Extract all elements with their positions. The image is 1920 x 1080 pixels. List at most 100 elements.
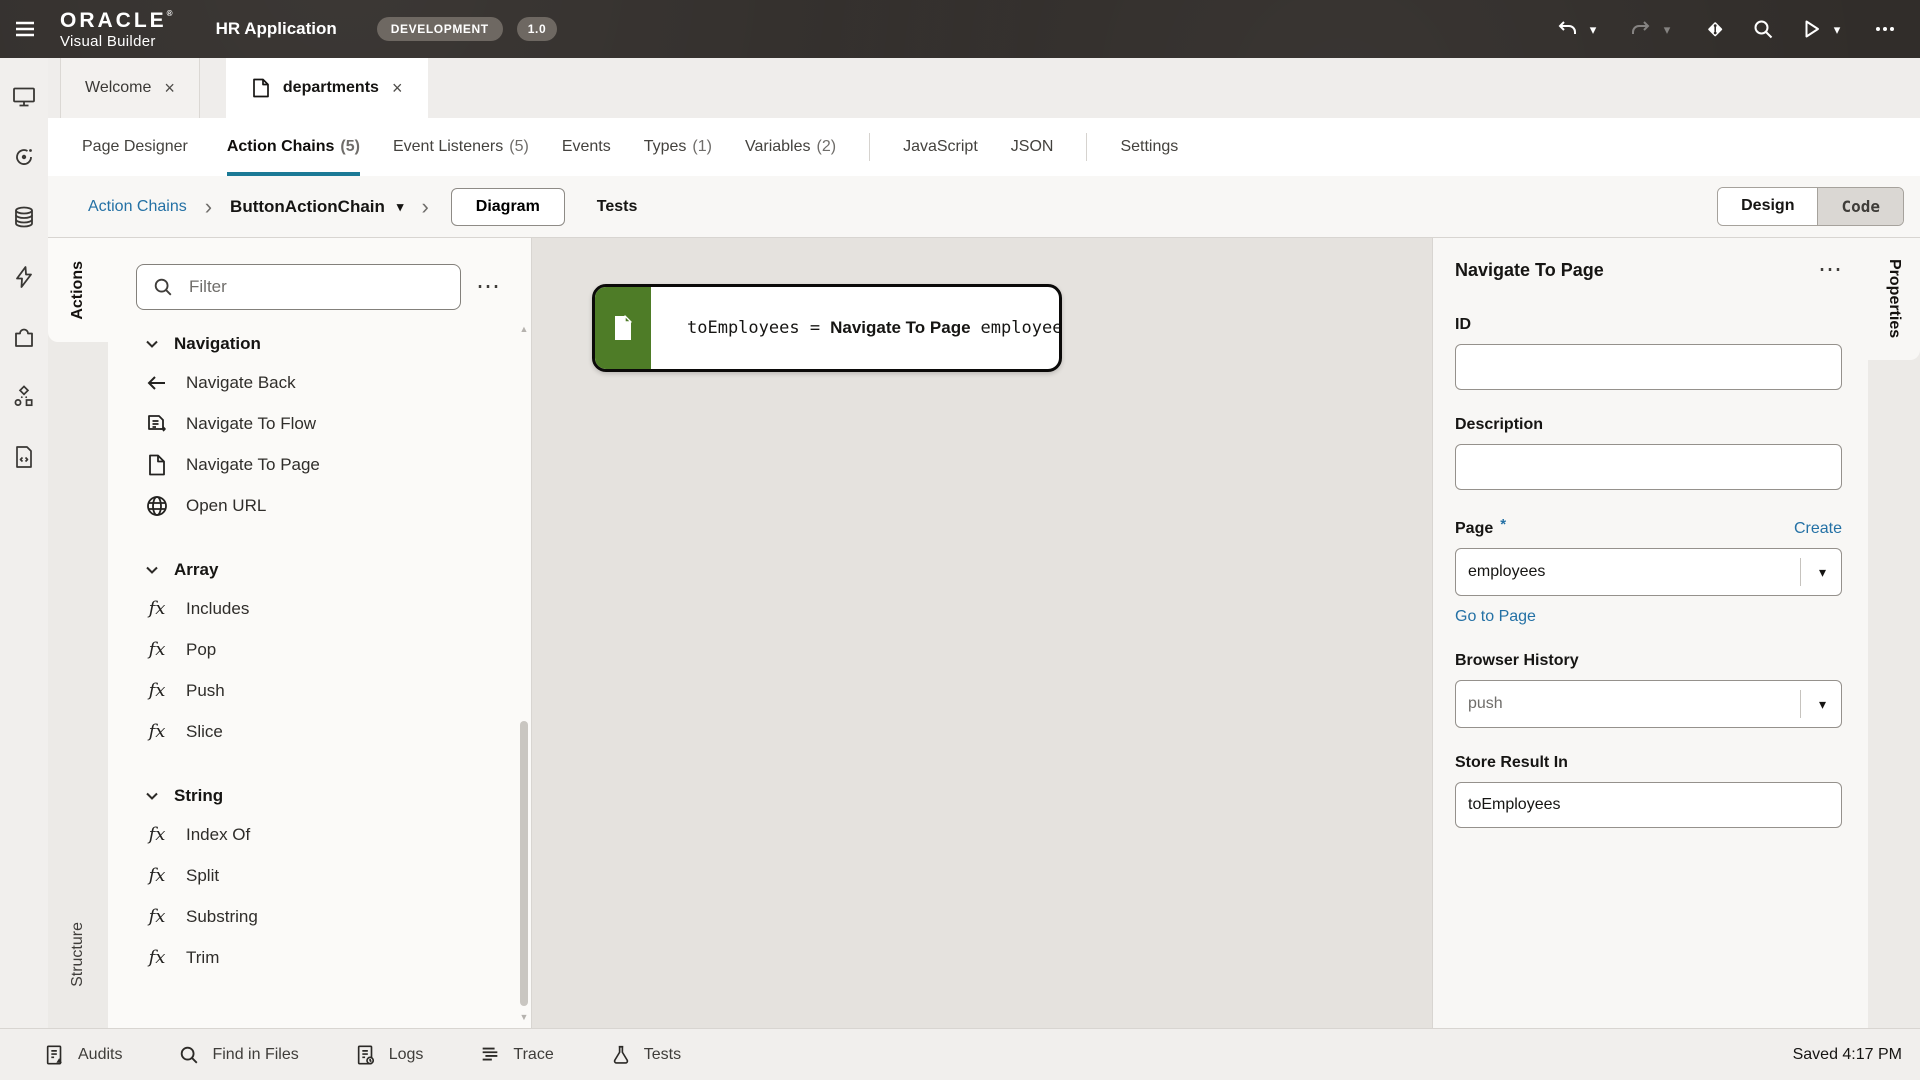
globe-icon	[144, 494, 170, 518]
tab-count: (5)	[340, 138, 360, 156]
layouts-icon[interactable]	[0, 373, 48, 421]
section-header[interactable]: String	[144, 778, 531, 814]
web-apps-icon[interactable]	[0, 73, 48, 121]
components-icon[interactable]	[0, 313, 48, 361]
tab-types[interactable]: Types(1)	[644, 118, 712, 176]
status-label: Find in Files	[212, 1046, 298, 1064]
action-navigate-to-flow[interactable]: Navigate To Flow	[144, 403, 531, 444]
page-select[interactable]: employees ▾	[1455, 548, 1842, 596]
breadcrumb-action-chains-link[interactable]: Action Chains	[88, 198, 187, 216]
audits-icon	[44, 1044, 66, 1066]
find-in-files-button[interactable]: Find in Files	[178, 1044, 298, 1066]
palette-scrollbar[interactable]: ▲ ▼	[518, 324, 530, 1022]
app-title: HR Application	[216, 19, 337, 39]
id-field[interactable]	[1455, 344, 1842, 390]
tests-view-tab[interactable]: Tests	[597, 198, 638, 216]
scroll-up-icon[interactable]: ▲	[518, 324, 530, 334]
page-icon	[144, 453, 170, 477]
required-indicator: *	[1500, 516, 1506, 533]
description-field[interactable]	[1455, 444, 1842, 490]
scroll-down-icon[interactable]: ▼	[518, 1012, 530, 1022]
close-icon[interactable]: ×	[164, 79, 175, 97]
action-label: Navigate Back	[186, 373, 296, 393]
search-icon[interactable]	[1750, 14, 1776, 44]
undo-icon[interactable]	[1554, 14, 1580, 44]
actions-panel-tab[interactable]: Actions	[48, 238, 108, 342]
store-result-field[interactable]	[1455, 782, 1842, 828]
audits-button[interactable]: Audits	[44, 1044, 122, 1066]
scrollbar-thumb[interactable]	[520, 721, 528, 1006]
tab-event-listeners[interactable]: Event Listeners(5)	[393, 118, 529, 176]
tab-departments[interactable]: departments ×	[226, 58, 429, 118]
function-icon: fx	[144, 721, 170, 742]
action-split[interactable]: fx Split	[144, 855, 531, 896]
action-push[interactable]: fx Push	[144, 670, 531, 711]
close-icon[interactable]: ×	[392, 79, 403, 97]
properties-panel-tab[interactable]: Properties	[1868, 238, 1920, 360]
page-select-value: employees	[1468, 563, 1545, 581]
section-navigation: Navigation Navigate Back Navigate To Flo…	[144, 326, 531, 526]
node-expression: toEmployees = Navigate To Page employees	[651, 287, 1062, 369]
action-navigate-back[interactable]: Navigate Back	[144, 362, 531, 403]
action-open-url[interactable]: Open URL	[144, 485, 531, 526]
chevron-down-icon: ▾	[1819, 565, 1826, 579]
subnav-divider	[1086, 133, 1087, 161]
action-substring[interactable]: fx Substring	[144, 896, 531, 937]
create-page-link[interactable]: Create	[1794, 520, 1842, 538]
tab-welcome-label: Welcome	[85, 79, 151, 97]
action-slice[interactable]: fx Slice	[144, 711, 531, 752]
status-label: Audits	[78, 1046, 122, 1064]
redo-icon[interactable]	[1628, 14, 1654, 44]
tab-label: JSON	[1011, 138, 1054, 156]
business-objects-icon[interactable]	[0, 193, 48, 241]
palette-overflow-menu-icon[interactable]: ⋯	[469, 264, 507, 310]
browser-history-select[interactable]: push ▾	[1455, 680, 1842, 728]
properties-overflow-menu-icon[interactable]: ⋯	[1818, 258, 1842, 282]
tab-label: Action Chains	[227, 138, 335, 156]
trace-button[interactable]: Trace	[479, 1044, 553, 1066]
action-trim[interactable]: fx Trim	[144, 937, 531, 978]
equals-sign: =	[810, 318, 820, 338]
hamburger-menu-icon[interactable]	[0, 0, 50, 58]
diagram-view-button[interactable]: Diagram	[451, 188, 565, 226]
tab-welcome[interactable]: Welcome ×	[60, 58, 200, 118]
tab-settings[interactable]: Settings	[1120, 118, 1178, 176]
code-mode-button[interactable]: Code	[1817, 188, 1903, 225]
section-header[interactable]: Navigation	[144, 326, 531, 362]
action-includes[interactable]: fx Includes	[144, 588, 531, 629]
tab-json[interactable]: JSON	[1011, 118, 1054, 176]
undo-menu-caret-icon[interactable]: ▾	[1580, 14, 1606, 44]
git-icon[interactable]	[1702, 14, 1728, 44]
status-label: Tests	[644, 1046, 681, 1064]
source-code-icon[interactable]	[0, 433, 48, 481]
action-navigate-to-page[interactable]: Navigate To Page	[144, 444, 531, 485]
run-icon[interactable]	[1798, 14, 1824, 44]
services-icon[interactable]	[0, 133, 48, 181]
redo-menu-caret-icon[interactable]: ▾	[1654, 14, 1680, 44]
tab-variables[interactable]: Variables(2)	[745, 118, 836, 176]
run-menu-caret-icon[interactable]: ▾	[1824, 14, 1850, 44]
tests-button[interactable]: Tests	[610, 1044, 681, 1066]
go-to-page-link[interactable]: Go to Page	[1455, 608, 1536, 626]
section-header[interactable]: Array	[144, 552, 531, 588]
action-index-of[interactable]: fx Index Of	[144, 814, 531, 855]
tab-action-chains[interactable]: Action Chains (5)	[227, 118, 360, 176]
action-label: Navigate To Flow	[186, 414, 316, 434]
structure-panel-tab[interactable]: Structure	[48, 894, 108, 1014]
navigate-to-page-node[interactable]: toEmployees = Navigate To Page employees	[592, 284, 1062, 372]
document-tabbar: Welcome × departments ×	[48, 58, 1920, 118]
overflow-menu-icon[interactable]	[1872, 14, 1898, 44]
logs-button[interactable]: Logs	[355, 1044, 424, 1066]
filter-box	[136, 264, 461, 310]
tab-page-designer[interactable]: Page Designer	[82, 118, 194, 176]
design-mode-button[interactable]: Design	[1718, 188, 1817, 225]
function-icon: fx	[144, 947, 170, 968]
action-pop[interactable]: fx Pop	[144, 629, 531, 670]
processes-icon[interactable]	[0, 253, 48, 301]
action-chain-selector[interactable]: ButtonActionChain ▾	[230, 197, 403, 217]
id-label: ID	[1455, 316, 1842, 334]
filter-input[interactable]	[136, 264, 461, 310]
diagram-canvas[interactable]: toEmployees = Navigate To Page employees	[532, 238, 1432, 1028]
tab-events[interactable]: Events	[562, 118, 611, 176]
tab-javascript[interactable]: JavaScript	[903, 118, 978, 176]
